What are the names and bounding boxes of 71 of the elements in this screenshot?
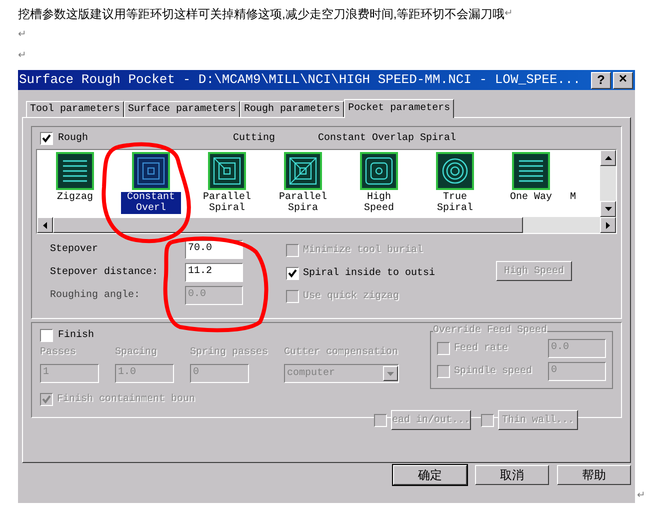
scroll-down-icon[interactable] bbox=[600, 201, 616, 217]
paragraph-mark: ↵ bbox=[637, 489, 645, 503]
checkbox[interactable] bbox=[437, 365, 450, 378]
dialog-button[interactable]: 帮助 bbox=[557, 465, 631, 485]
tab[interactable]: Rough parameters bbox=[240, 101, 344, 117]
checkbox[interactable] bbox=[374, 414, 387, 426]
cutting-value: Constant Overlap Spiral bbox=[318, 132, 456, 146]
checkbox-label: Spindle speed bbox=[454, 364, 534, 379]
scroll-thumb[interactable] bbox=[53, 217, 523, 233]
group-title: Override Feed Speed bbox=[433, 325, 548, 337]
field-label: Stepover distance: bbox=[50, 266, 160, 280]
pattern-label: One Way bbox=[508, 192, 553, 203]
paragraph: 挖槽参数这版建议用等距环切这样可关掉精修这项,减少走空刀浪费时间,等距环切不会漏刀哦 bbox=[18, 6, 505, 22]
scroll-up-icon[interactable] bbox=[600, 150, 616, 166]
pattern-label: High Speed bbox=[362, 192, 395, 214]
pattern-option[interactable]: High Speed bbox=[341, 150, 417, 217]
pattern-label: Parallel Spira bbox=[278, 192, 328, 214]
pattern-option[interactable]: One Way bbox=[493, 150, 569, 217]
rounded-spiral-icon bbox=[360, 152, 398, 190]
paragraph-mark: ↵ bbox=[504, 7, 513, 21]
checkbox[interactable] bbox=[40, 132, 53, 144]
concentric-squares-icon bbox=[284, 152, 322, 190]
checkbox-label: Use quick zigzag bbox=[303, 290, 400, 304]
pattern-option[interactable]: M bbox=[569, 150, 583, 217]
checkbox[interactable] bbox=[286, 266, 299, 280]
field-label: Passes bbox=[40, 346, 78, 360]
pattern-option[interactable]: Parallel Spira bbox=[265, 150, 341, 217]
vertical-scrollbar[interactable] bbox=[600, 150, 616, 217]
tab[interactable]: Tool parameters bbox=[26, 101, 124, 117]
parallel-lines-icon bbox=[56, 152, 94, 190]
field-label: Spring passes bbox=[190, 346, 268, 360]
checkbox[interactable] bbox=[437, 342, 450, 355]
horizontal-scrollbar[interactable] bbox=[37, 217, 616, 233]
tab[interactable]: Pocket parameters bbox=[344, 99, 454, 118]
checkbox-label: Feed rate bbox=[454, 342, 510, 356]
tab[interactable]: Surface parameters bbox=[124, 101, 240, 117]
checkbox[interactable] bbox=[40, 328, 53, 342]
spiral-icon bbox=[436, 152, 474, 190]
field-label: Stepover bbox=[50, 243, 100, 257]
checkbox-label: Rough bbox=[58, 132, 90, 146]
field-label: Roughing angle: bbox=[50, 288, 142, 303]
checkbox-label: Finish containment boun bbox=[57, 392, 196, 407]
checkbox[interactable] bbox=[481, 414, 494, 426]
pattern-label: Zigzag bbox=[56, 192, 94, 203]
pattern-label: Parallel Spiral bbox=[202, 192, 252, 214]
scroll-left-icon[interactable] bbox=[37, 217, 53, 233]
scroll-right-icon[interactable] bbox=[600, 217, 616, 233]
dialog-button[interactable]: 确定 bbox=[393, 465, 467, 485]
input-field[interactable]: 11.2 bbox=[185, 263, 243, 282]
pattern-option[interactable]: Parallel Spiral bbox=[189, 150, 265, 217]
field-label: Cutter compensation bbox=[284, 346, 400, 360]
field-label: Spacing bbox=[115, 346, 158, 360]
checkbox-label: Finish bbox=[58, 328, 94, 342]
checkbox-label: Minimize tool burial bbox=[303, 244, 424, 258]
window-title: Surface Rough Pocket - D:\MCAM9\MILL\NCI\HIGH SPEED-MM.NCI - LOW_SPEE... bbox=[19, 71, 582, 90]
pattern-label: True Spiral bbox=[436, 192, 474, 214]
parallel-lines-icon bbox=[512, 152, 550, 190]
concentric-squares-icon bbox=[132, 152, 170, 190]
paragraph-mark: ↵ bbox=[18, 28, 26, 42]
close-button[interactable]: × bbox=[613, 72, 633, 88]
checkbox[interactable] bbox=[40, 393, 53, 406]
checkbox-label: Spiral inside to outsi bbox=[303, 266, 436, 280]
paragraph-mark: ↵ bbox=[18, 49, 26, 63]
pattern-label: Constant Overl bbox=[121, 192, 181, 214]
help-button[interactable]: ? bbox=[591, 72, 611, 88]
pattern-option[interactable]: True Spiral bbox=[417, 150, 493, 217]
pattern-option[interactable]: Zigzag bbox=[37, 150, 113, 217]
cutting-label: Cutting bbox=[233, 132, 276, 146]
pattern-label: M bbox=[569, 192, 578, 203]
dialog-button[interactable]: 取消 bbox=[475, 465, 549, 485]
concentric-squares-icon bbox=[208, 152, 246, 190]
